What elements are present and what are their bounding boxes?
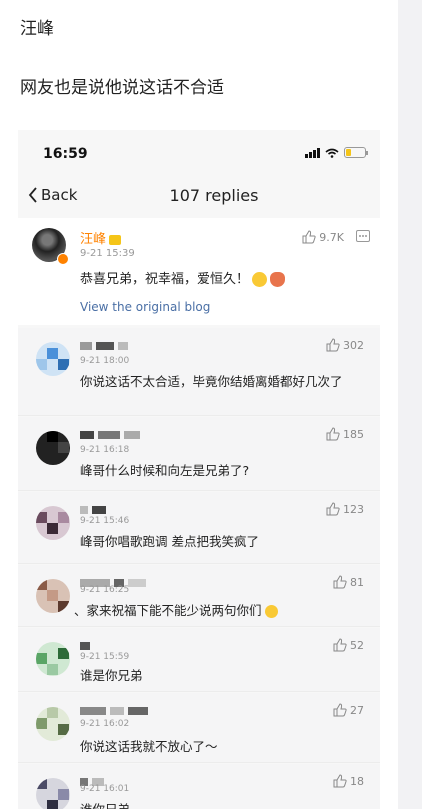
- thumbs-up-icon: [302, 230, 316, 244]
- blurred-username: [80, 431, 140, 439]
- reply-text: 你说这话我就不放心了～: [80, 739, 218, 754]
- avatar[interactable]: [36, 579, 70, 613]
- reply-item: 9-21 16:25 81 、家来祝福下能不能少说两句你们: [18, 565, 380, 627]
- thumbs-up-icon: [333, 774, 347, 788]
- reply-item: 9-21 15:46 123 峰哥你唱歌跑调 差点把我笑疯了: [18, 492, 380, 564]
- bouquet-emoji-icon: [270, 272, 286, 287]
- like-button[interactable]: 81: [333, 575, 364, 589]
- wifi-icon: [325, 148, 339, 158]
- reply-text: 峰哥你唱歌跑调 差点把我笑疯了: [80, 534, 259, 549]
- like-button[interactable]: 18: [333, 774, 364, 788]
- reply-item: 9-21 16:18 185 峰哥什么时候和向左是兄弟了?: [18, 417, 380, 491]
- avatar[interactable]: [36, 642, 70, 676]
- status-bar: 16:59: [18, 130, 380, 174]
- thumbs-up-icon: [333, 575, 347, 589]
- like-count: 18: [350, 774, 364, 788]
- reply-text-body: 、家来祝福下能不能少说两句你们: [74, 603, 262, 618]
- thumbs-up-icon: [326, 427, 340, 441]
- status-time: 16:59: [43, 146, 88, 162]
- like-count: 123: [343, 502, 364, 516]
- post-author-name: 汪峰: [20, 19, 54, 39]
- reply-item: 9-21 18:00 302 你说这话不太合适，毕竟你结婚离婚都好几次了: [18, 328, 380, 416]
- reply-text: 峰哥什么时候和向左是兄弟了?: [80, 463, 250, 478]
- reply-time: 9-21 18:00: [80, 356, 130, 366]
- reply-text: 谁你兄弟: [80, 800, 352, 809]
- reply-time: 9-21 16:02: [80, 719, 130, 729]
- like-button[interactable]: 52: [333, 638, 364, 652]
- reply-item: 9-21 15:59 52 谁是你兄弟: [18, 628, 380, 692]
- verified-badge-icon: [57, 253, 69, 265]
- like-count: 27: [350, 703, 364, 717]
- reply-item: 9-21 16:02 27 你说这话我就不放心了～: [18, 693, 380, 763]
- reply-time: 9-21 16:18: [80, 445, 130, 455]
- original-post: 汪峰 9-21 15:39 9.7K 恭喜兄弟，祝幸福，爱恒久！ View th…: [18, 218, 380, 325]
- avatar[interactable]: [36, 431, 70, 465]
- thumbs-up-icon: [326, 338, 340, 352]
- like-count: 302: [343, 338, 364, 352]
- blurred-username: [80, 707, 148, 715]
- like-button[interactable]: 9.7K: [302, 230, 344, 244]
- like-button[interactable]: 185: [326, 427, 364, 441]
- like-button[interactable]: 27: [333, 703, 364, 717]
- reply-text: 你说这话不太合适，毕竟你结婚离婚都好几次了: [80, 374, 343, 389]
- reply-time: 9-21 15:46: [80, 516, 130, 526]
- nav-bar: Back 107 replies: [18, 174, 380, 218]
- like-count: 185: [343, 427, 364, 441]
- battery-level: [346, 149, 351, 156]
- crown-icon: [109, 234, 122, 245]
- avatar[interactable]: [36, 506, 70, 540]
- reply-text: 谁是你兄弟: [80, 668, 143, 683]
- thumbs-up-icon: [333, 638, 347, 652]
- signal-icon: [305, 147, 320, 158]
- like-count: 81: [350, 575, 364, 589]
- avatar[interactable]: [36, 707, 70, 741]
- original-author-label: 汪峰: [80, 232, 107, 247]
- battery-icon: [344, 147, 368, 158]
- thumbs-up-icon: [326, 502, 340, 516]
- original-author[interactable]: 汪峰: [80, 228, 122, 247]
- avatar[interactable]: [36, 342, 70, 376]
- like-button[interactable]: 302: [326, 338, 364, 352]
- page-side-strip: [398, 0, 422, 809]
- smile-emoji-icon: [252, 272, 268, 287]
- reply-item: 9-21 16:01 18 谁你兄弟: [18, 764, 380, 809]
- like-count: 9.7K: [319, 230, 344, 244]
- comment-icon[interactable]: [356, 230, 370, 242]
- view-original-link[interactable]: View the original blog: [80, 300, 210, 314]
- blurred-username: [80, 506, 106, 514]
- avatar[interactable]: [36, 778, 70, 809]
- like-button[interactable]: 123: [326, 502, 364, 516]
- blurred-username: [80, 342, 128, 350]
- status-icons: [305, 147, 368, 158]
- reply-time: 9-21 16:25: [80, 585, 130, 595]
- thumbs-up-icon: [333, 703, 347, 717]
- reply-time: 9-21 16:01: [80, 784, 130, 794]
- post-caption: 网友也是说他说这话不合适: [20, 78, 224, 98]
- reply-text: 、家来祝福下能不能少说两句你们: [74, 601, 352, 620]
- original-time: 9-21 15:39: [80, 248, 135, 259]
- blurred-username: [80, 642, 90, 650]
- emoji-icon: [264, 605, 278, 618]
- like-count: 52: [350, 638, 364, 652]
- page-title: 107 replies: [169, 186, 259, 205]
- phone-screenshot: 16:59 Back 107 replies 汪峰 9-21 15:39 9.7…: [18, 130, 380, 809]
- original-text-body: 恭喜兄弟，祝幸福，爱恒久！: [80, 272, 250, 287]
- reply-time: 9-21 15:59: [80, 652, 130, 662]
- original-text: 恭喜兄弟，祝幸福，爱恒久！: [80, 268, 286, 287]
